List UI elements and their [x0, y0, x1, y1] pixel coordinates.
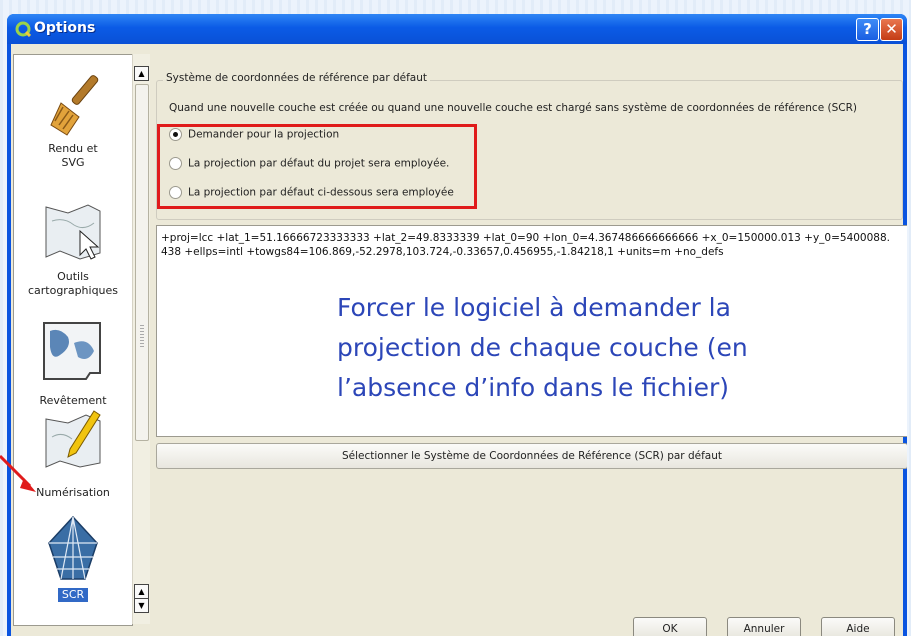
sidebar-item-map-tools[interactable]: Outils cartographiques [14, 201, 132, 298]
scroll-down-button[interactable]: ▼ [134, 598, 149, 613]
scroll-up-button-2[interactable]: ▲ [134, 584, 149, 599]
cancel-button[interactable]: Annuler [727, 617, 801, 636]
globe-grid-icon [48, 515, 98, 580]
brush-icon [50, 75, 99, 136]
select-default-crs-button[interactable]: Sélectionner le Système de Coordonnées d… [156, 443, 907, 469]
sidebar-item-label: Revêtement [39, 394, 107, 407]
help-button[interactable]: Aide [821, 617, 895, 636]
sidebar-item-label: SCR [57, 588, 89, 602]
digitize-pen-icon [45, 410, 101, 468]
sidebar-item-label: Rendu et [48, 142, 98, 155]
sidebar-item-label: Outils [57, 270, 89, 283]
dialog-client-area: Rendu et SVG Outils cartographiques Revê… [11, 44, 907, 636]
sidebar-item-label: cartographiques [27, 284, 119, 297]
options-sidebar: Rendu et SVG Outils cartographiques Revê… [13, 54, 133, 626]
sidebar-item-overlay[interactable]: Revêtement [14, 317, 132, 408]
sidebar-scrollbar[interactable]: ▲ ▲ ▼ [132, 54, 150, 624]
crs-description: Quand une nouvelle couche est créée ou q… [169, 102, 857, 114]
scroll-thumb[interactable] [135, 84, 149, 441]
projection-textbox[interactable]: +proj=lcc +lat_1=51.16666723333333 +lat_… [156, 225, 907, 437]
qgis-logo-icon [15, 21, 31, 37]
map-tools-icon [45, 204, 101, 260]
grip-icon [140, 325, 144, 349]
red-arrow-icon [0, 454, 36, 492]
sidebar-item-label: SVG [61, 156, 85, 169]
help-title-button[interactable]: ? [856, 18, 879, 41]
annotation-text: Forcer le logiciel à demander la project… [337, 293, 748, 402]
map-overlay-icon [43, 322, 101, 380]
scroll-up-button[interactable]: ▲ [134, 66, 149, 81]
sidebar-item-rendering[interactable]: Rendu et SVG [14, 69, 132, 170]
title-bar[interactable]: Options ? ✕ [7, 14, 907, 44]
sidebar-item-scr[interactable]: SCR [14, 513, 132, 602]
window-title: Options [34, 20, 96, 36]
ok-button[interactable]: OK [633, 617, 707, 636]
close-title-button[interactable]: ✕ [880, 18, 903, 41]
projection-string: +proj=lcc +lat_1=51.16666723333333 +lat_… [161, 232, 890, 258]
options-dialog: Options ? ✕ Rendu et SVG Outils cartogra… [7, 14, 907, 636]
crs-group-title: Système de coordonnées de référence par … [163, 72, 431, 84]
highlight-box [157, 124, 477, 209]
